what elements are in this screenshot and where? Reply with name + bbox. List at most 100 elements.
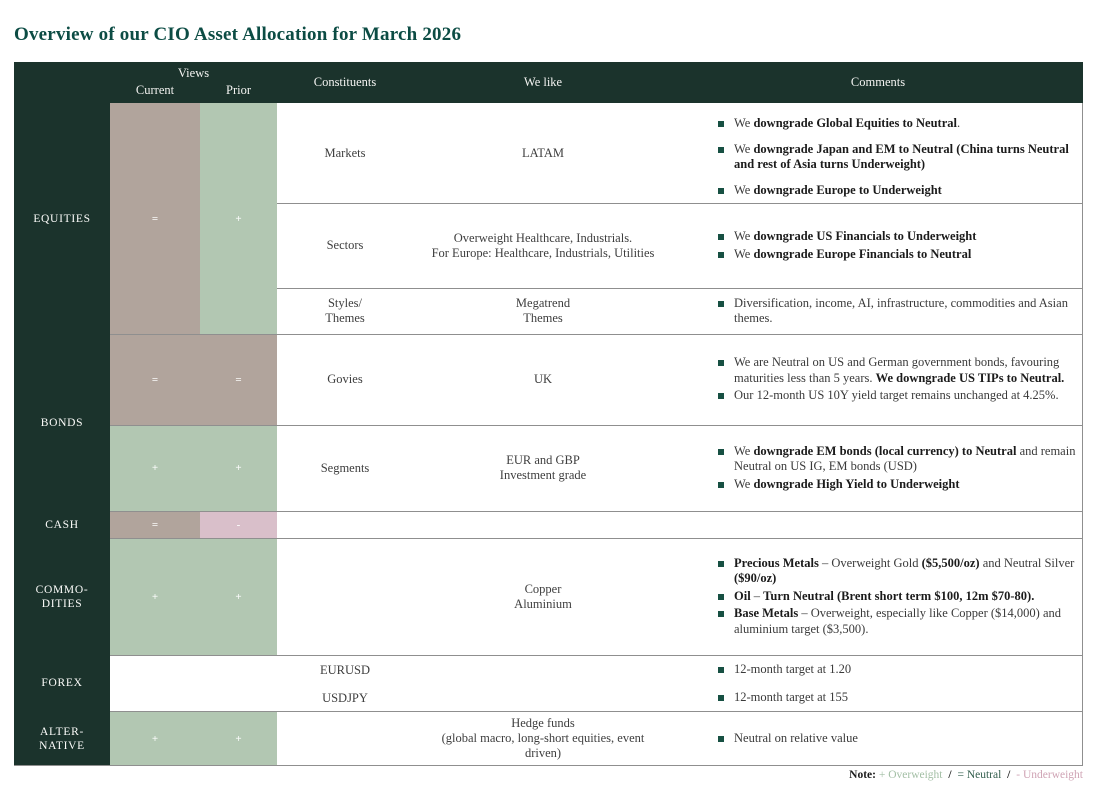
bullet-square-icon [718,736,724,742]
we-like-commodities: Copper Aluminium [413,538,673,655]
comment-text: We are Neutral on US and German governme… [734,355,1077,386]
constituent-markets: Markets [277,103,413,203]
bullet-square-icon [718,188,724,194]
comment-bullet-item: We downgrade Europe Financials to Neutra… [718,247,1077,263]
view-cell-alternative-prior: + [200,711,277,766]
comments-segments: We downgrade EM bonds (local currency) t… [673,425,1083,511]
comment-bullet-item: We downgrade US Financials to Underweigh… [718,229,1077,245]
view-cell-alternative-current: + [110,711,200,766]
comment-bullet-item: Precious Metals – Overweight Gold ($5,50… [718,556,1077,587]
bullet-square-icon [718,561,724,567]
section-label-commodities: COMMO- DITIES [14,538,110,655]
view-cell-segments-prior: + [200,425,277,511]
constituent-govies: Govies [277,334,413,425]
row-divider [110,511,1083,512]
section-label-alternative: ALTER- NATIVE [14,711,110,766]
constituent-segments: Segments [277,425,413,511]
comment-bullet-item: Base Metals – Overweight, especially lik… [718,606,1077,637]
we-like-sectors: Overweight Healthcare, Industrials. For … [413,203,673,288]
we-like-alternative: Hedge funds (global macro, long-short eq… [413,711,673,766]
comment-bullet-item: We downgrade Japan and EM to Neutral (Ch… [718,142,1077,173]
section-label-equities: EQUITIES [14,103,110,334]
legend-note: Note: + Overweight / = Neutral / - Under… [849,769,1083,781]
comment-text: We downgrade US Financials to Underweigh… [734,229,976,245]
we-like-govies: UK [413,334,673,425]
comment-text: Our 12-month US 10Y yield target remains… [734,388,1059,404]
comment-text: We downgrade High Yield to Underweight [734,477,960,493]
row-divider [110,711,1083,712]
comment-bullet-item: Oil – Turn Neutral (Brent short term $10… [718,589,1077,605]
view-cell-commodities-prior: + [200,538,277,655]
we-like-segments: EUR and GBP Investment grade [413,425,673,511]
comment-bullet-item: We downgrade Global Equities to Neutral. [718,116,1077,132]
bullet-square-icon [718,482,724,488]
view-cell-segments-current: + [110,425,200,511]
comment-bullet-item: We downgrade High Yield to Underweight [718,477,1077,493]
comments-eurusd: 12-month target at 1.20 [673,655,1083,685]
report-page: Overview of our CIO Asset Allocation for… [0,0,1100,812]
comment-bullet-item: We downgrade Europe to Underweight [718,183,1077,199]
view-cell-cash-prior: - [200,511,277,538]
bullet-square-icon [718,393,724,399]
page-title: Overview of our CIO Asset Allocation for… [14,24,461,46]
comments-govies: We are Neutral on US and German governme… [673,334,1083,425]
table-bottom-border [14,765,1083,766]
view-cell-govies-current: = [110,334,200,425]
we-like-styles-themes: Megatrend Themes [413,288,673,334]
column-header-prior: Prior [200,62,277,103]
view-cell-govies-prior: = [200,334,277,425]
comments-markets: We downgrade Global Equities to Neutral.… [673,103,1083,203]
comment-text: We downgrade Europe to Underweight [734,183,942,199]
column-header-current: Current [110,62,200,103]
comment-bullet-item: Neutral on relative value [718,731,1077,747]
comment-text: Diversification, income, AI, infrastruct… [734,296,1077,327]
column-header-constituents: Constituents [277,62,413,103]
constituent-usdjpy: USDJPY [277,685,413,711]
comment-bullet-item: 12-month target at 155 [718,690,1077,706]
comments-commodities: Precious Metals – Overweight Gold ($5,50… [673,538,1083,655]
bullet-square-icon [718,121,724,127]
comment-text: Base Metals – Overweight, especially lik… [734,606,1077,637]
section-label-forex: FOREX [14,655,110,711]
comment-bullet-item: 12-month target at 1.20 [718,662,1077,678]
comment-text: 12-month target at 1.20 [734,662,851,678]
column-header-comments: Comments [673,62,1083,103]
row-divider [110,425,1083,426]
legend-overweight: + Overweight [879,769,943,781]
bullet-square-icon [718,667,724,673]
constituent-sectors: Sectors [277,203,413,288]
bullet-square-icon [718,234,724,240]
asset-allocation-table: Views Current Prior Constituents We like… [14,62,1083,766]
constituent-eurusd: EURUSD [277,655,413,685]
row-divider [110,538,1083,539]
table-right-border [1082,103,1083,766]
comment-bullet-item: Our 12-month US 10Y yield target remains… [718,388,1077,404]
view-cell-commodities-current: + [110,538,200,655]
view-cell-equities-current: = [110,103,200,334]
constituent-styles-themes: Styles/ Themes [277,288,413,334]
comment-text: Oil – Turn Neutral (Brent short term $10… [734,589,1034,605]
section-label-cash: CASH [14,511,110,538]
bullet-square-icon [718,147,724,153]
legend-separator: / [1007,769,1010,781]
comments-alternative: Neutral on relative value [673,711,1083,766]
legend-underweight: - Underweight [1016,769,1083,781]
comments-styles-themes: Diversification, income, AI, infrastruct… [673,288,1083,334]
bullet-square-icon [718,695,724,701]
comment-bullet-item: We downgrade EM bonds (local currency) t… [718,444,1077,475]
row-divider [277,288,1083,289]
view-cell-cash-current: = [110,511,200,538]
row-divider [110,334,1083,335]
comments-usdjpy: 12-month target at 155 [673,685,1083,711]
bullet-square-icon [718,252,724,258]
comment-text: We downgrade Global Equities to Neutral. [734,116,960,132]
comment-text: We downgrade Japan and EM to Neutral (Ch… [734,142,1077,173]
bullet-square-icon [718,301,724,307]
bullet-square-icon [718,449,724,455]
comment-text: We downgrade EM bonds (local currency) t… [734,444,1077,475]
bullet-square-icon [718,360,724,366]
comment-text: We downgrade Europe Financials to Neutra… [734,247,971,263]
comment-bullet-item: We are Neutral on US and German governme… [718,355,1077,386]
comments-sectors: We downgrade US Financials to Underweigh… [673,203,1083,288]
comment-bullet-item: Diversification, income, AI, infrastruct… [718,296,1077,327]
